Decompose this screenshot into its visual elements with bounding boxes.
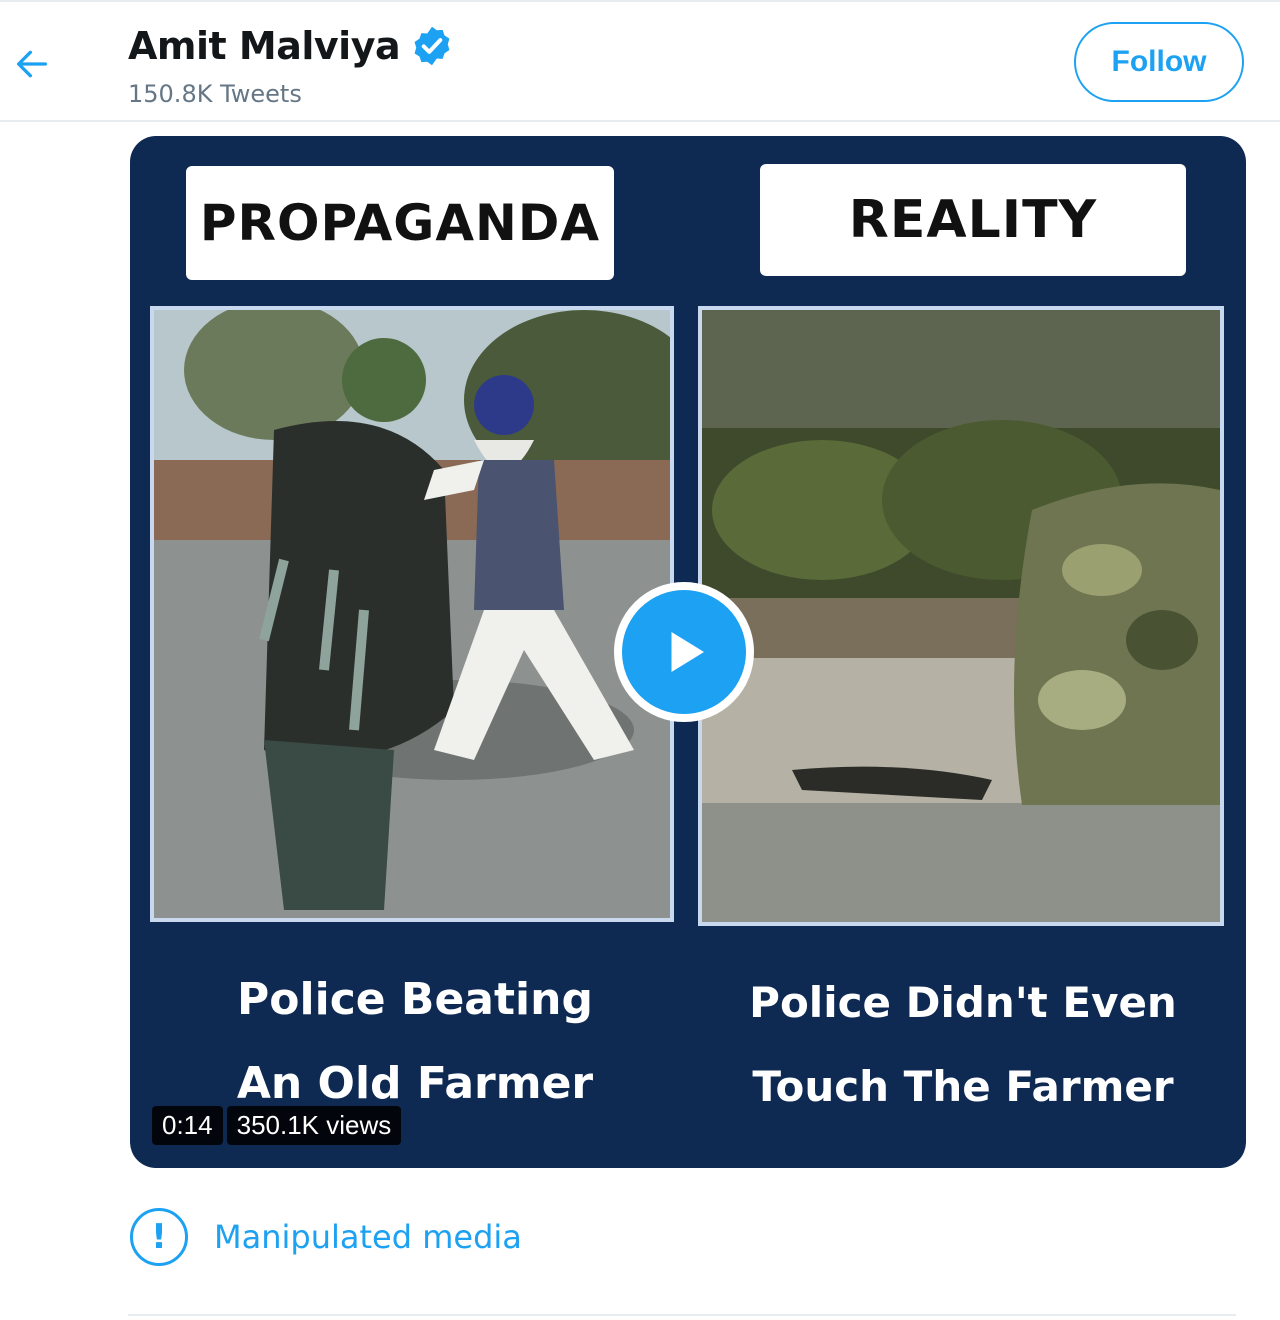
manipulated-media-text[interactable]: Manipulated media bbox=[214, 1218, 522, 1256]
left-video-frame bbox=[150, 306, 674, 922]
left-caption-line2: An Old Farmer bbox=[236, 1058, 594, 1109]
scene-police-closeup-image bbox=[702, 310, 1220, 922]
video-player[interactable]: PROPAGANDA REALITY Police Beating An Old… bbox=[130, 136, 1246, 1168]
play-button[interactable] bbox=[614, 582, 754, 722]
tweet-count: 150.8K Tweets bbox=[128, 80, 302, 108]
propaganda-label: PROPAGANDA bbox=[186, 166, 614, 280]
user-name[interactable]: Amit Malviya bbox=[128, 24, 401, 68]
title-row: Amit Malviya bbox=[128, 24, 454, 68]
manipulated-media-notice[interactable]: ! Manipulated media bbox=[130, 1208, 522, 1266]
views-badge: 350.1K views bbox=[226, 1106, 402, 1145]
play-icon bbox=[671, 632, 704, 672]
back-button[interactable] bbox=[8, 40, 56, 88]
arrow-left-icon bbox=[17, 50, 47, 78]
scene-police-and-farmer-image bbox=[154, 310, 670, 918]
reality-label: REALITY bbox=[760, 164, 1186, 276]
left-caption-line1: Police Beating bbox=[237, 974, 593, 1025]
duration-badge: 0:14 bbox=[152, 1106, 223, 1145]
follow-button[interactable]: Follow bbox=[1074, 22, 1244, 102]
right-video-frame bbox=[698, 306, 1224, 926]
bottom-divider bbox=[128, 1314, 1236, 1316]
right-caption-line1: Police Didn't Even bbox=[749, 978, 1177, 1027]
right-caption-line2: Touch The Farmer bbox=[752, 1062, 1174, 1111]
exclamation-circle-icon: ! bbox=[130, 1208, 188, 1266]
video-info-badges: 0:14 350.1K views bbox=[152, 1106, 402, 1145]
verified-badge-icon bbox=[414, 26, 450, 66]
profile-header: Amit Malviya 150.8K Tweets Follow bbox=[0, 2, 1280, 122]
